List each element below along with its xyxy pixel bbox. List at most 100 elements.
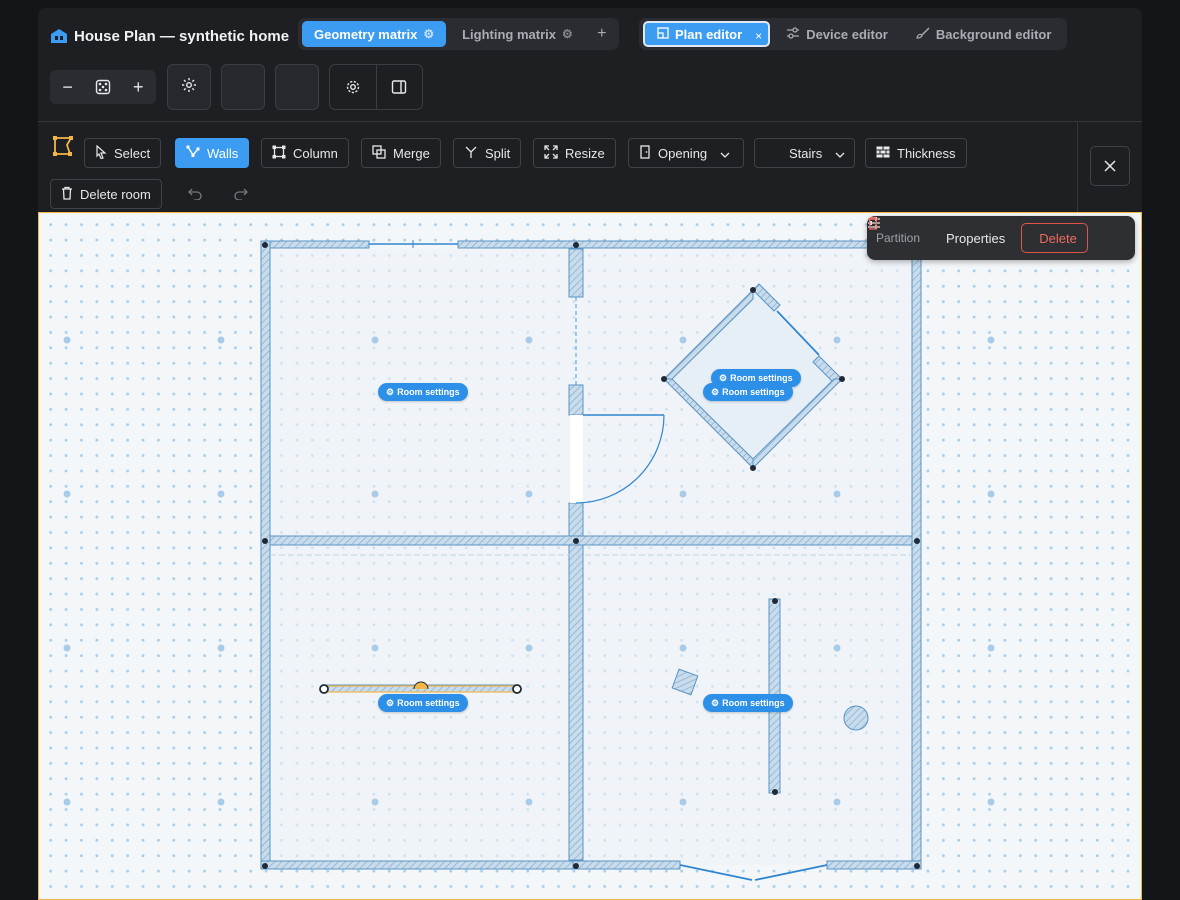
walls-tool-button[interactable]: Walls	[175, 138, 250, 168]
tab-plan-editor-label: Plan editor	[675, 26, 743, 42]
stairs-dropdown[interactable]: Stairs	[754, 138, 855, 168]
tab-lighting-matrix[interactable]: Lighting matrix ⚙	[450, 21, 585, 47]
merge-icon	[372, 144, 386, 162]
properties-label: Properties	[946, 230, 1006, 246]
add-tab-button[interactable]: +	[589, 21, 615, 47]
opening-tool-label: Opening	[658, 145, 708, 161]
walls-icon	[186, 145, 200, 162]
select-tool-button[interactable]: Select	[84, 138, 162, 168]
floor-plan	[63, 240, 995, 881]
room-settings-label: Room settings	[730, 373, 793, 383]
gear-icon: ⚙	[711, 697, 720, 708]
top-bar: House Plan — synthetic home Geometry mat…	[38, 8, 1142, 122]
split-tool-button[interactable]: Split	[453, 138, 522, 168]
double-door[interactable]	[679, 864, 828, 881]
room-settings-label: Room settings	[397, 387, 460, 397]
plan-canvas[interactable]: ⚙ Room settings ⚙ Room settings ⚙ Room sett…	[38, 212, 1142, 900]
select-tool-label: Select	[114, 145, 151, 161]
partition-context-menu: Partition Properties Delete	[867, 216, 1135, 260]
tab-device-editor[interactable]: Device editor	[774, 21, 900, 47]
column-icon	[272, 145, 286, 162]
merge-tool-button[interactable]: Merge	[361, 138, 441, 168]
redo-icon	[234, 188, 248, 200]
undo-button[interactable]	[180, 179, 210, 209]
thickness-tool-label: Thickness	[897, 145, 956, 161]
delete-room-label: Delete room	[80, 186, 151, 202]
split-icon	[464, 145, 478, 162]
properties-button[interactable]: Properties	[868, 217, 1006, 246]
tab-background-editor-label: Background editor	[935, 26, 1052, 42]
close-editor-button[interactable]	[1090, 146, 1130, 186]
gear-icon	[346, 80, 359, 94]
walls-tool-label: Walls	[207, 145, 239, 161]
room-settings-button[interactable]: ⚙ Room settings	[378, 383, 468, 401]
delete-room-button[interactable]: Delete room	[50, 179, 162, 209]
editor-tabs: Plan editor × Device editor Background e…	[639, 18, 1068, 50]
merge-tool-label: Merge	[393, 145, 430, 161]
brush-icon	[916, 27, 930, 42]
room-floor	[271, 249, 913, 865]
gear-icon: ⚙	[711, 386, 720, 397]
house-plan-icon	[50, 28, 68, 44]
sidebar-panel-icon	[392, 80, 407, 94]
close-icon	[1104, 160, 1116, 172]
gear-icon: ⚙	[561, 27, 573, 41]
window-top[interactable]	[369, 240, 458, 248]
view-settings-button[interactable]	[330, 65, 376, 109]
app-title-text: House Plan — synthetic home	[74, 27, 290, 45]
gear-icon: ⚙	[386, 697, 395, 708]
opening-dropdown[interactable]: Opening	[628, 138, 744, 168]
plan-icon	[657, 26, 669, 42]
round-column[interactable]	[843, 705, 869, 731]
empty-slot-button[interactable]	[275, 64, 319, 110]
zoom-out-button[interactable]: −	[53, 72, 83, 102]
room-settings-button[interactable]: ⚙ Room settings	[703, 694, 793, 712]
empty-slot-button[interactable]	[221, 64, 265, 110]
undo-icon	[188, 188, 202, 200]
polygon-select-icon[interactable]	[48, 131, 78, 161]
partition-label: Partition	[876, 231, 921, 245]
thickness-tool-button[interactable]: Thickness	[865, 138, 967, 168]
room-settings-button[interactable]: ⚙ Room settings	[378, 694, 468, 712]
tab-device-editor-label: Device editor	[806, 26, 888, 42]
delete-button[interactable]: Delete	[868, 216, 1088, 253]
tab-geometry-matrix-label: Geometry matrix	[314, 26, 418, 42]
close-tab-icon[interactable]: ×	[755, 29, 762, 43]
column-tool-button[interactable]: Column	[261, 138, 349, 168]
matrix-tabs: Geometry matrix ⚙ Lighting matrix ⚙ +	[298, 18, 619, 50]
tool-bar: Select Walls Column Merge Split Resize O…	[38, 122, 1077, 212]
gear-icon: ⚙	[719, 372, 728, 383]
zoom-in-button[interactable]: +	[123, 72, 153, 102]
room-settings-label: Room settings	[397, 698, 460, 708]
cursor-icon	[95, 144, 107, 162]
column-tool-label: Column	[293, 145, 338, 161]
room-settings-button[interactable]: ⚙ Room settings	[703, 383, 793, 401]
gear-icon: ⚙	[423, 27, 435, 41]
door-icon	[639, 144, 651, 162]
settings-button[interactable]	[167, 64, 211, 110]
resize-tool-button[interactable]: Resize	[533, 138, 616, 168]
tab-lighting-matrix-label: Lighting matrix	[462, 26, 556, 42]
app-window: House Plan — synthetic home Geometry mat…	[38, 8, 1142, 900]
dice-icon	[95, 79, 111, 95]
split-tool-label: Split	[485, 145, 511, 161]
tab-geometry-matrix[interactable]: Geometry matrix ⚙	[302, 21, 447, 47]
room-settings-label: Room settings	[722, 387, 785, 397]
gear-icon	[181, 77, 197, 98]
redo-button[interactable]	[226, 179, 256, 209]
chevron-down-icon	[720, 146, 730, 161]
view-button-group	[329, 64, 423, 110]
fit-view-button[interactable]	[88, 72, 118, 102]
chevron-down-icon	[835, 146, 845, 161]
tab-background-editor[interactable]: Background editor	[904, 21, 1064, 47]
room-settings-label: Room settings	[722, 698, 785, 708]
resize-icon	[544, 144, 558, 162]
gear-icon: ⚙	[386, 386, 395, 397]
tab-plan-editor[interactable]: Plan editor ×	[643, 21, 771, 47]
trash-icon	[61, 186, 73, 203]
resize-tool-label: Resize	[565, 145, 605, 161]
divider	[1077, 122, 1078, 212]
delete-label: Delete	[1039, 230, 1077, 246]
zoom-controls: − +	[50, 70, 156, 104]
toggle-panel-button[interactable]	[375, 65, 423, 109]
